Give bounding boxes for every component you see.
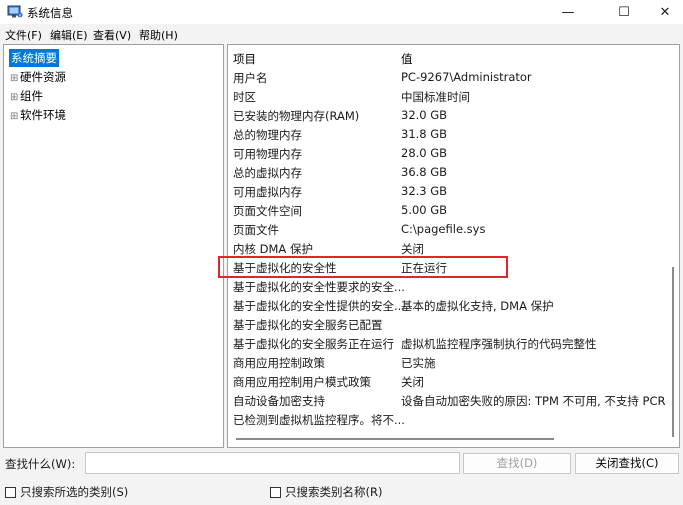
row-value: PC-9267\Administrator bbox=[401, 70, 532, 84]
table-row[interactable]: 内核 DMA 保护 关闭 bbox=[228, 238, 658, 257]
table-row[interactable]: 用户名 PC-9267\Administrator bbox=[228, 67, 658, 86]
row-item: 基于虚拟化的安全性要求的安全... bbox=[233, 280, 405, 294]
horizontal-scroll-thumb[interactable] bbox=[236, 438, 554, 440]
column-header-item[interactable]: 项目 bbox=[233, 51, 256, 67]
table-row[interactable]: 基于虚拟化的安全服务已配置 bbox=[228, 314, 658, 333]
row-item: 页面文件 bbox=[233, 223, 279, 237]
row-item: 基于虚拟化的安全服务正在运行 bbox=[233, 337, 394, 351]
minimize-button[interactable]: — bbox=[545, 0, 591, 24]
row-value: 31.8 GB bbox=[401, 127, 448, 141]
row-item: 用户名 bbox=[233, 71, 268, 85]
row-item: 可用物理内存 bbox=[233, 147, 302, 161]
tree-item-label: 组件 bbox=[20, 89, 43, 103]
table-row[interactable]: 已安装的物理内存(RAM) 32.0 GB bbox=[228, 105, 658, 124]
menu-edit[interactable]: 编辑(E) bbox=[50, 27, 88, 43]
menu-file[interactable]: 文件(F) bbox=[5, 27, 42, 43]
checkbox-icon[interactable] bbox=[5, 486, 16, 498]
category-tree[interactable]: 系统摘要 ⊞ 硬件资源 ⊞ 组件 ⊞ 软件环境 bbox=[3, 44, 224, 448]
tree-item-components[interactable]: ⊞ 组件 bbox=[10, 88, 43, 104]
menu-view[interactable]: 查看(V) bbox=[93, 27, 131, 43]
system-info-app-icon bbox=[7, 5, 23, 18]
find-label: 查找什么(W): bbox=[5, 457, 76, 471]
title-bar: 系统信息 — ☐ ✕ bbox=[0, 0, 683, 24]
row-value: 基本的虚拟化支持, DMA 保护 bbox=[401, 299, 554, 313]
row-item: 可用虚拟内存 bbox=[233, 185, 302, 199]
tree-item-system-summary[interactable]: 系统摘要 bbox=[9, 49, 59, 67]
window-title: 系统信息 bbox=[27, 6, 73, 20]
table-row[interactable]: 基于虚拟化的安全服务正在运行 虚拟机监控程序强制执行的代码完整性 bbox=[228, 333, 658, 352]
vertical-scrollbar[interactable] bbox=[665, 45, 679, 447]
tree-item-hardware-resources[interactable]: ⊞ 硬件资源 bbox=[10, 69, 66, 85]
list-header: 项目 值 bbox=[228, 48, 658, 67]
row-value: 关闭 bbox=[401, 375, 424, 389]
table-row[interactable]: 自动设备加密支持 设备自动加密失败的原因: TPM 不可用, 不支持 PCR7 绑 bbox=[228, 390, 679, 409]
search-category-names-checkbox[interactable]: 只搜索类别名称(R) bbox=[270, 484, 382, 500]
maximize-button[interactable]: ☐ bbox=[601, 0, 647, 24]
close-button[interactable]: ✕ bbox=[642, 0, 683, 24]
row-item: 基于虚拟化的安全性提供的安全... bbox=[233, 299, 405, 313]
close-find-button[interactable]: 关闭查找(C) bbox=[575, 453, 679, 474]
tree-item-software-environment[interactable]: ⊞ 软件环境 bbox=[10, 107, 66, 123]
row-item: 基于虚拟化的安全服务已配置 bbox=[233, 318, 383, 332]
find-input[interactable] bbox=[85, 452, 460, 474]
table-row[interactable]: 商用应用控制政策 已实施 bbox=[228, 352, 658, 371]
row-item: 已安装的物理内存(RAM) bbox=[233, 109, 360, 123]
table-row[interactable]: 时区 中国标准时间 bbox=[228, 86, 658, 105]
table-row[interactable]: 总的物理内存 31.8 GB bbox=[228, 124, 658, 143]
row-value: 中国标准时间 bbox=[401, 90, 470, 104]
table-row[interactable]: 总的虚拟内存 36.8 GB bbox=[228, 162, 658, 181]
row-item: 商用应用控制用户模式政策 bbox=[233, 375, 371, 389]
table-row[interactable]: 已检测到虚拟机监控程序。将不... bbox=[228, 409, 658, 428]
table-row[interactable]: 基于虚拟化的安全性要求的安全... bbox=[228, 276, 658, 295]
table-row[interactable]: 页面文件空间 5.00 GB bbox=[228, 200, 658, 219]
row-item: 内核 DMA 保护 bbox=[233, 242, 313, 256]
row-item: 页面文件空间 bbox=[233, 204, 302, 218]
row-value: 设备自动加密失败的原因: TPM 不可用, 不支持 PCR7 绑 bbox=[401, 394, 680, 408]
row-value: 虚拟机监控程序强制执行的代码完整性 bbox=[401, 337, 597, 351]
row-item: 商用应用控制政策 bbox=[233, 356, 325, 370]
checkbox-icon[interactable] bbox=[270, 486, 281, 498]
row-value: 36.8 GB bbox=[401, 165, 448, 179]
row-value: C:\pagefile.sys bbox=[401, 222, 486, 236]
row-value: 关闭 bbox=[401, 242, 424, 256]
expand-icon[interactable]: ⊞ bbox=[10, 111, 20, 122]
table-row[interactable]: 可用虚拟内存 32.3 GB bbox=[228, 181, 658, 200]
search-selected-category-checkbox[interactable]: 只搜索所选的类别(S) bbox=[5, 484, 128, 500]
row-item: 总的虚拟内存 bbox=[233, 166, 302, 180]
tree-item-label: 软件环境 bbox=[20, 108, 66, 122]
row-value: 32.0 GB bbox=[401, 108, 448, 122]
column-header-value[interactable]: 值 bbox=[401, 51, 413, 67]
expand-icon[interactable]: ⊞ bbox=[10, 73, 20, 84]
table-row[interactable]: 基于虚拟化的安全性提供的安全... 基本的虚拟化支持, DMA 保护 bbox=[228, 295, 658, 314]
maximize-icon: ☐ bbox=[618, 4, 630, 20]
table-row[interactable]: 可用物理内存 28.0 GB bbox=[228, 143, 658, 162]
row-item: 已检测到虚拟机监控程序。将不... bbox=[233, 413, 405, 427]
expand-icon[interactable]: ⊞ bbox=[10, 92, 20, 103]
checkbox-label: 只搜索类别名称(R) bbox=[285, 485, 383, 499]
close-icon: ✕ bbox=[659, 4, 671, 20]
checkbox-label: 只搜索所选的类别(S) bbox=[20, 485, 129, 499]
tree-item-label: 硬件资源 bbox=[20, 70, 66, 84]
table-row[interactable]: 商用应用控制用户模式政策 关闭 bbox=[228, 371, 658, 390]
row-item: 时区 bbox=[233, 90, 256, 104]
row-value: 5.00 GB bbox=[401, 203, 448, 217]
highlight-annotation bbox=[218, 256, 508, 278]
row-value: 32.3 GB bbox=[401, 184, 448, 198]
details-list[interactable]: 项目 值 用户名 PC-9267\Administrator 时区 中国标准时间 已安装… bbox=[227, 44, 680, 448]
row-value: 已实施 bbox=[401, 356, 436, 370]
row-item: 自动设备加密支持 bbox=[233, 394, 325, 408]
vertical-scroll-thumb[interactable] bbox=[672, 267, 674, 437]
minimize-icon: — bbox=[561, 4, 575, 20]
row-value: 28.0 GB bbox=[401, 146, 448, 160]
menu-bar: 文件(F) 编辑(E) 查看(V) 帮助(H) bbox=[0, 24, 683, 44]
row-item: 总的物理内存 bbox=[233, 128, 302, 142]
table-row[interactable]: 页面文件 C:\pagefile.sys bbox=[228, 219, 658, 238]
menu-help[interactable]: 帮助(H) bbox=[139, 27, 178, 43]
find-button[interactable]: 查找(D) bbox=[463, 453, 571, 474]
